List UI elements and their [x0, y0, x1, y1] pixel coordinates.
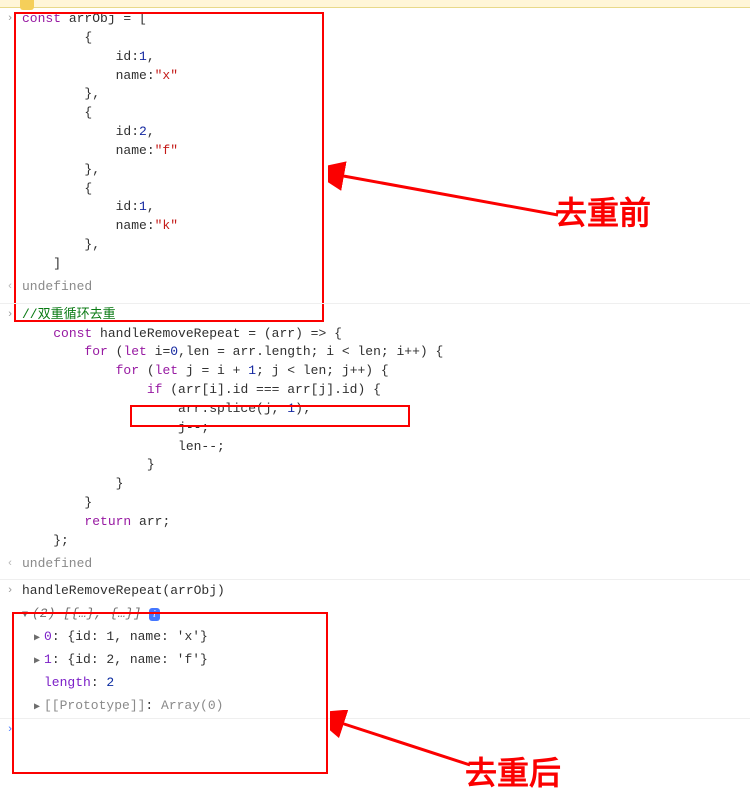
input-marker-icon: ›	[2, 721, 18, 739]
input-marker-icon: ›	[2, 582, 18, 600]
code-block-1: const arrObj = [ { id:1, name:"x" }, { i…	[18, 10, 178, 274]
chevron-right-icon[interactable]: ▶	[34, 655, 44, 670]
array-summary[interactable]: ▼(2) [{…}, {…}] i	[18, 605, 160, 624]
input-marker-icon: ›	[2, 306, 18, 324]
console-output-row: ‹ undefined	[0, 553, 750, 576]
console-input-row[interactable]: › handleRemoveRepeat(arrObj)	[0, 579, 750, 603]
array-prototype[interactable]: ▶[[Prototype]]: Array(0)	[30, 697, 223, 716]
console-input-row[interactable]: › const arrObj = [ { id:1, name:"x" }, {…	[0, 8, 750, 276]
chevron-down-icon[interactable]: ▼	[22, 609, 32, 624]
array-item-1[interactable]: ▶1: {id: 2, name: 'f'}	[30, 651, 208, 670]
code-call: handleRemoveRepeat(arrObj)	[18, 582, 225, 601]
chevron-right-icon[interactable]: ▶	[34, 632, 44, 647]
console-prompt-row[interactable]: ›	[0, 718, 750, 742]
input-marker-icon: ›	[2, 10, 18, 28]
result-undefined: undefined	[18, 278, 92, 297]
result-item-row[interactable]: ▶1: {id: 2, name: 'f'}	[0, 649, 750, 672]
empty-prompt[interactable]	[18, 721, 30, 740]
console-output-row: ‹ undefined	[0, 276, 750, 299]
output-marker-icon: ‹	[2, 278, 18, 296]
result-undefined: undefined	[18, 555, 92, 574]
warning-bar	[0, 0, 750, 8]
chevron-right-icon[interactable]: ▶	[34, 701, 44, 716]
code-block-2: //双重循环去重 const handleRemoveRepeat = (arr…	[18, 306, 443, 551]
array-item-0[interactable]: ▶0: {id: 1, name: 'x'}	[30, 628, 208, 647]
result-proto-row[interactable]: ▶[[Prototype]]: Array(0)	[0, 695, 750, 718]
result-length-row: length: 2	[0, 672, 750, 695]
console-input-row[interactable]: › //双重循环去重 const handleRemoveRepeat = (a…	[0, 303, 750, 553]
info-badge[interactable]: i	[149, 608, 160, 621]
result-summary-row[interactable]: ▼(2) [{…}, {…}] i	[0, 603, 750, 626]
result-item-row[interactable]: ▶0: {id: 1, name: 'x'}	[0, 626, 750, 649]
array-length: length: 2	[40, 674, 114, 693]
output-marker-icon: ‹	[2, 555, 18, 573]
label-after: 去重后	[465, 750, 561, 796]
